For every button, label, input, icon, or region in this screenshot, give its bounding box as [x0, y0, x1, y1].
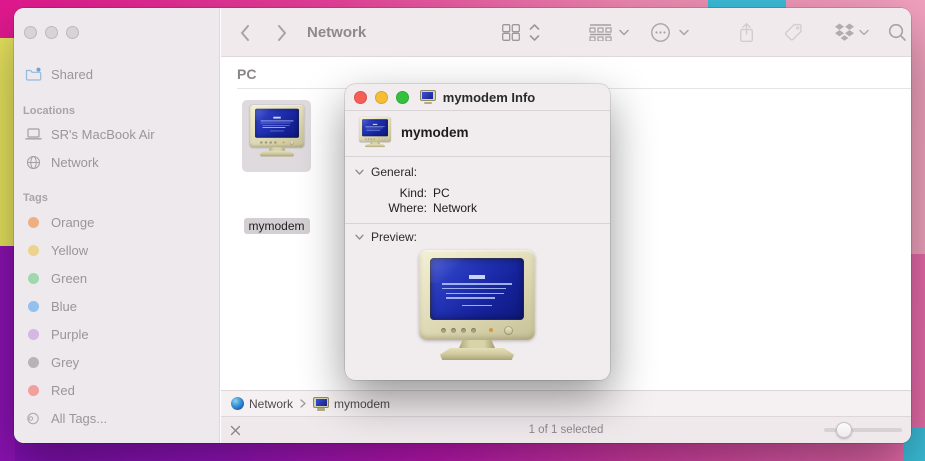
more-actions-chevron-icon[interactable]	[679, 8, 689, 57]
forward-button[interactable]	[276, 8, 288, 57]
window-controls	[24, 26, 79, 39]
row-value: Network	[433, 201, 478, 215]
sidebar-item-label: Blue	[51, 298, 78, 314]
tag-dot-icon	[23, 272, 43, 284]
dropbox-chevron-icon[interactable]	[859, 8, 869, 57]
group-header-pc: PC	[237, 66, 257, 82]
crt-monitor-icon	[358, 117, 392, 149]
tag-dot-icon	[23, 384, 43, 396]
file-item-mymodem[interactable]: mymodem	[242, 100, 311, 234]
crt-monitor-mini-icon	[419, 90, 436, 104]
view-mode-chevrons-icon[interactable]	[529, 8, 540, 57]
sidebar-tag-red[interactable]: Red	[14, 379, 219, 401]
search-button[interactable]	[888, 8, 907, 57]
sidebar-section-locations: Locations	[23, 105, 75, 117]
row-label: Kind:	[399, 186, 427, 200]
preview-crt-monitor-image	[415, 250, 539, 364]
sidebar-item-label: Grey	[51, 354, 80, 370]
sidebar-tag-blue[interactable]: Blue	[14, 295, 219, 317]
path-bar: Network mymodem	[221, 390, 911, 416]
tag-dot-icon	[23, 356, 43, 368]
chevron-down-icon	[355, 169, 364, 175]
sidebar-item-shared[interactable]: Shared	[14, 63, 219, 85]
sidebar-item-label: SR's MacBook Air	[51, 126, 155, 142]
close-button[interactable]	[24, 26, 37, 39]
group-by-chevron-icon[interactable]	[619, 8, 629, 57]
info-window-title: mymodem Info	[442, 89, 536, 105]
shared-folder-icon	[23, 67, 43, 81]
sidebar-section-tags: Tags	[23, 192, 48, 204]
zoom-button[interactable]	[66, 26, 79, 39]
group-by-button[interactable]	[589, 8, 612, 57]
sidebar-item-macbook[interactable]: SR's MacBook Air	[14, 123, 219, 145]
sidebar-item-label: Purple	[51, 326, 89, 342]
crt-monitor-mini-icon	[313, 396, 330, 411]
tag-dot-icon	[23, 300, 43, 312]
tag-dot-icon	[23, 244, 43, 256]
crt-monitor-icon	[248, 105, 306, 159]
wallpaper-purple-stripe	[0, 246, 15, 461]
path-segment-mymodem[interactable]: mymodem	[313, 396, 391, 411]
sidebar-tag-orange[interactable]: Orange	[14, 211, 219, 233]
sidebar-item-all-tags[interactable]: All Tags...	[14, 407, 219, 429]
slider-thumb[interactable]	[836, 422, 852, 438]
status-bar: 1 of 1 selected	[221, 416, 911, 443]
info-title-group: mymodem Info	[345, 90, 610, 105]
sidebar-tag-yellow[interactable]: Yellow	[14, 239, 219, 261]
sidebar-item-label: Green	[51, 270, 88, 286]
section-label: General:	[371, 165, 418, 179]
share-button[interactable]	[738, 8, 755, 57]
tag-dot-icon	[23, 328, 43, 340]
row-label: Where:	[388, 201, 427, 215]
minimize-button[interactable]	[45, 26, 58, 39]
sidebar-item-label: Red	[51, 382, 75, 398]
file-item-label[interactable]: mymodem	[243, 218, 310, 234]
row-value: PC	[433, 186, 450, 200]
info-item-name: mymodem	[401, 125, 469, 140]
view-mode-button[interactable]	[502, 8, 520, 57]
finder-toolbar: Network	[221, 8, 911, 57]
tag-dot-icon	[23, 216, 43, 228]
sidebar-item-label: Orange	[51, 214, 95, 230]
finder-sidebar: Shared Locations SR's MacBook Air Networ…	[14, 8, 220, 443]
sidebar-tag-purple[interactable]: Purple	[14, 323, 219, 345]
selection-status-text: 1 of 1 selected	[528, 424, 604, 436]
path-segment-label: Network	[249, 396, 294, 411]
icon-size-slider[interactable]	[824, 422, 902, 438]
sidebar-tag-grey[interactable]: Grey	[14, 351, 219, 373]
window-title: Network	[307, 24, 367, 41]
laptop-icon	[23, 127, 43, 141]
sidebar-item-label: Shared	[51, 66, 93, 82]
info-header: mymodem	[345, 111, 610, 157]
tag-button[interactable]	[784, 8, 803, 57]
sidebar-item-label: Yellow	[51, 242, 89, 258]
sidebar-item-network[interactable]: Network	[14, 151, 219, 173]
info-titlebar[interactable]: mymodem Info	[345, 84, 610, 111]
path-segment-label: mymodem	[334, 396, 391, 411]
back-button[interactable]	[239, 8, 251, 57]
wallpaper-yellow-stripe	[0, 38, 15, 246]
section-label: Preview:	[371, 230, 418, 244]
sidebar-item-label: Network	[51, 154, 99, 170]
globe-icon	[23, 155, 43, 170]
path-separator-icon	[300, 399, 306, 408]
general-section-header[interactable]: General:	[355, 165, 417, 179]
all-tags-icon	[23, 412, 43, 425]
preview-section-header[interactable]: Preview:	[355, 230, 417, 244]
network-globe-icon	[231, 397, 244, 410]
info-window: mymodem Info mymodem General: Kind: PC W…	[345, 84, 610, 380]
more-actions-button[interactable]	[650, 8, 671, 57]
sidebar-item-label: All Tags...	[51, 410, 108, 426]
chevron-down-icon	[355, 234, 364, 240]
path-segment-network[interactable]: Network	[231, 397, 293, 411]
dropbox-button[interactable]	[834, 8, 855, 57]
sidebar-tag-green[interactable]: Green	[14, 267, 219, 289]
section-divider	[345, 223, 610, 224]
